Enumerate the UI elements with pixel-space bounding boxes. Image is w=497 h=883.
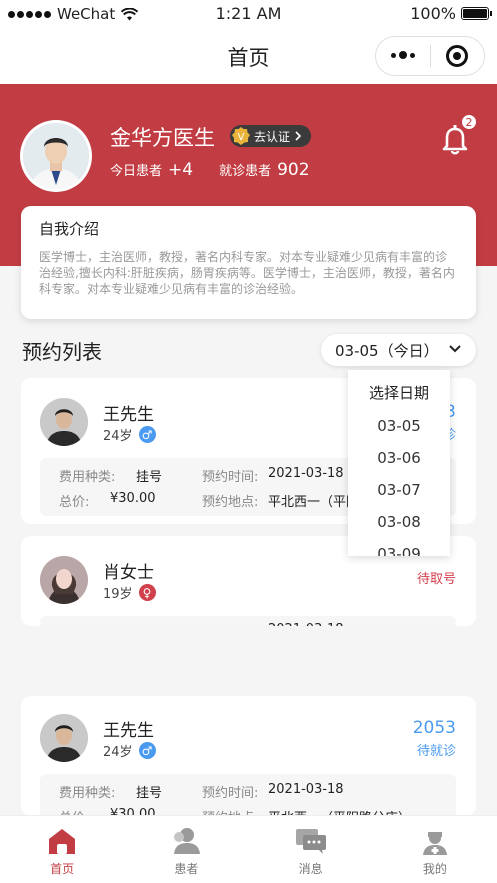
patient-age: 24岁 — [103, 745, 133, 760]
tab-label: 患者 — [174, 862, 199, 876]
appt-time-value: 2021-03-18 — [268, 782, 344, 797]
appt-time-label: 预约时间: — [202, 786, 259, 801]
tab-messages[interactable]: 消息 — [249, 816, 373, 883]
chevron-right-icon — [295, 131, 302, 141]
dropdown-title: 选择日期 — [368, 384, 429, 402]
doctor-avatar[interactable] — [20, 120, 92, 192]
appointment-card[interactable]: 王先生 24岁 ♂ 2053 待就诊 费用种类: 挂号 预约时间: 2021-03… — [21, 696, 476, 816]
visit-patients-value: 902 — [277, 160, 310, 180]
total-value: ¥30.00 — [110, 491, 156, 506]
tab-home[interactable]: 首页 — [0, 816, 124, 883]
tab-patients[interactable]: 患者 — [124, 816, 248, 883]
doctor-stats: 今日患者 +4 就诊患者 902 — [110, 160, 310, 180]
patient-avatar — [40, 398, 88, 446]
verify-badge-letter: V — [238, 132, 245, 143]
tab-label: 首页 — [50, 862, 75, 876]
fee-type-label: 费用种类: — [59, 786, 116, 801]
verify-button[interactable]: V 去认证 — [230, 125, 312, 147]
fee-type-value: 挂号 — [136, 622, 162, 626]
self-intro-text: 医学博士，主治医师，教授，著名内科专家。对本专业疑难少见病有丰富的诊治经验,擅长… — [39, 250, 455, 296]
fee-type-value: 挂号 — [136, 470, 163, 485]
male-patient-photo-icon — [40, 398, 88, 446]
date-option[interactable]: 03-08 — [348, 506, 450, 538]
mini-program-capsule — [375, 36, 485, 76]
today-patients-value: +4 — [168, 160, 194, 180]
male-icon: ♂ — [138, 426, 156, 443]
fee-type-value: 挂号 — [136, 786, 163, 801]
battery-percent: 100% — [410, 4, 456, 23]
male-patient-photo-icon — [40, 714, 88, 762]
tab-label: 消息 — [298, 862, 323, 876]
today-patients-label: 今日患者 — [110, 164, 163, 179]
date-option[interactable]: 03-09 — [348, 538, 450, 556]
message-icon — [295, 829, 326, 854]
home-icon — [49, 829, 76, 854]
more-icon[interactable] — [376, 51, 430, 60]
verify-badge-icon: V — [232, 127, 250, 145]
tab-label: 我的 — [422, 862, 447, 876]
notification-badge: 2 — [461, 114, 477, 130]
patient-name: 王先生 — [103, 405, 154, 425]
appt-time-label: 预约时间: — [202, 470, 259, 485]
patient-icon — [174, 828, 201, 854]
close-miniprogram-icon[interactable] — [430, 45, 484, 67]
self-intro-title: 自我介绍 — [39, 220, 100, 238]
date-dropdown: 选择日期 03-05 03-06 03-07 03-08 03-09 — [348, 370, 450, 556]
status-bar: WeChat 1:21 AM 100% — [0, 0, 497, 28]
fee-type-label: 费用种类: — [59, 622, 115, 626]
appt-time-value: 2021-03-18 — [268, 622, 344, 626]
fee-type-label: 费用种类: — [59, 470, 116, 485]
appt-time-value: 2021-03-18 — [268, 466, 344, 481]
male-icon: ♂ — [138, 742, 156, 759]
nav-bar: 首页 — [0, 28, 497, 84]
battery-icon — [461, 7, 492, 20]
selected-date: 03-05（今日） — [335, 341, 439, 360]
tab-profile[interactable]: 我的 — [373, 816, 497, 883]
date-option[interactable]: 03-06 — [348, 442, 450, 474]
doctor-portrait-icon — [23, 123, 89, 189]
female-patient-photo-icon — [40, 556, 88, 604]
patient-avatar — [40, 714, 88, 762]
patient-avatar — [40, 556, 88, 604]
patient-name: 肖女士 — [103, 563, 154, 583]
queue-number: 2053 — [412, 718, 456, 738]
appointment-list-title: 预约列表 — [22, 340, 102, 364]
visit-patients-label: 就诊患者 — [219, 164, 272, 179]
date-option[interactable]: 03-05 — [348, 410, 450, 442]
doctor-profile-icon — [422, 832, 447, 855]
appt-time-label: 预约时间: — [202, 622, 258, 626]
date-option[interactable]: 03-07 — [348, 474, 450, 506]
appointment-info: 费用种类: 挂号 预约时间: 2021-03-18 总价: ¥30.00 预约地… — [40, 774, 456, 816]
total-label: 总价: — [59, 495, 90, 510]
patient-age: 24岁 — [103, 429, 133, 444]
appointment-status: 待取号 — [416, 572, 456, 587]
appt-place-label: 预约地点: — [202, 495, 259, 510]
self-intro-card: 自我介绍 医学博士，主治医师，教授，著名内科专家。对本专业疑难少见病有丰富的诊治… — [21, 206, 476, 319]
chevron-down-icon — [449, 345, 461, 353]
doctor-name: 金华方医生 — [110, 126, 215, 150]
patient-age: 19岁 — [103, 587, 133, 602]
verify-label: 去认证 — [254, 129, 291, 144]
tab-bar: 首页 患者 消息 我的 — [0, 815, 497, 883]
patient-name: 王先生 — [103, 721, 154, 741]
female-icon: ♀ — [138, 584, 156, 601]
appointment-status: 待就诊 — [416, 744, 456, 759]
appointment-info: 费用种类: 挂号 预约时间: 2021-03-18 — [40, 616, 456, 626]
date-selector[interactable]: 03-05（今日） — [321, 334, 476, 366]
